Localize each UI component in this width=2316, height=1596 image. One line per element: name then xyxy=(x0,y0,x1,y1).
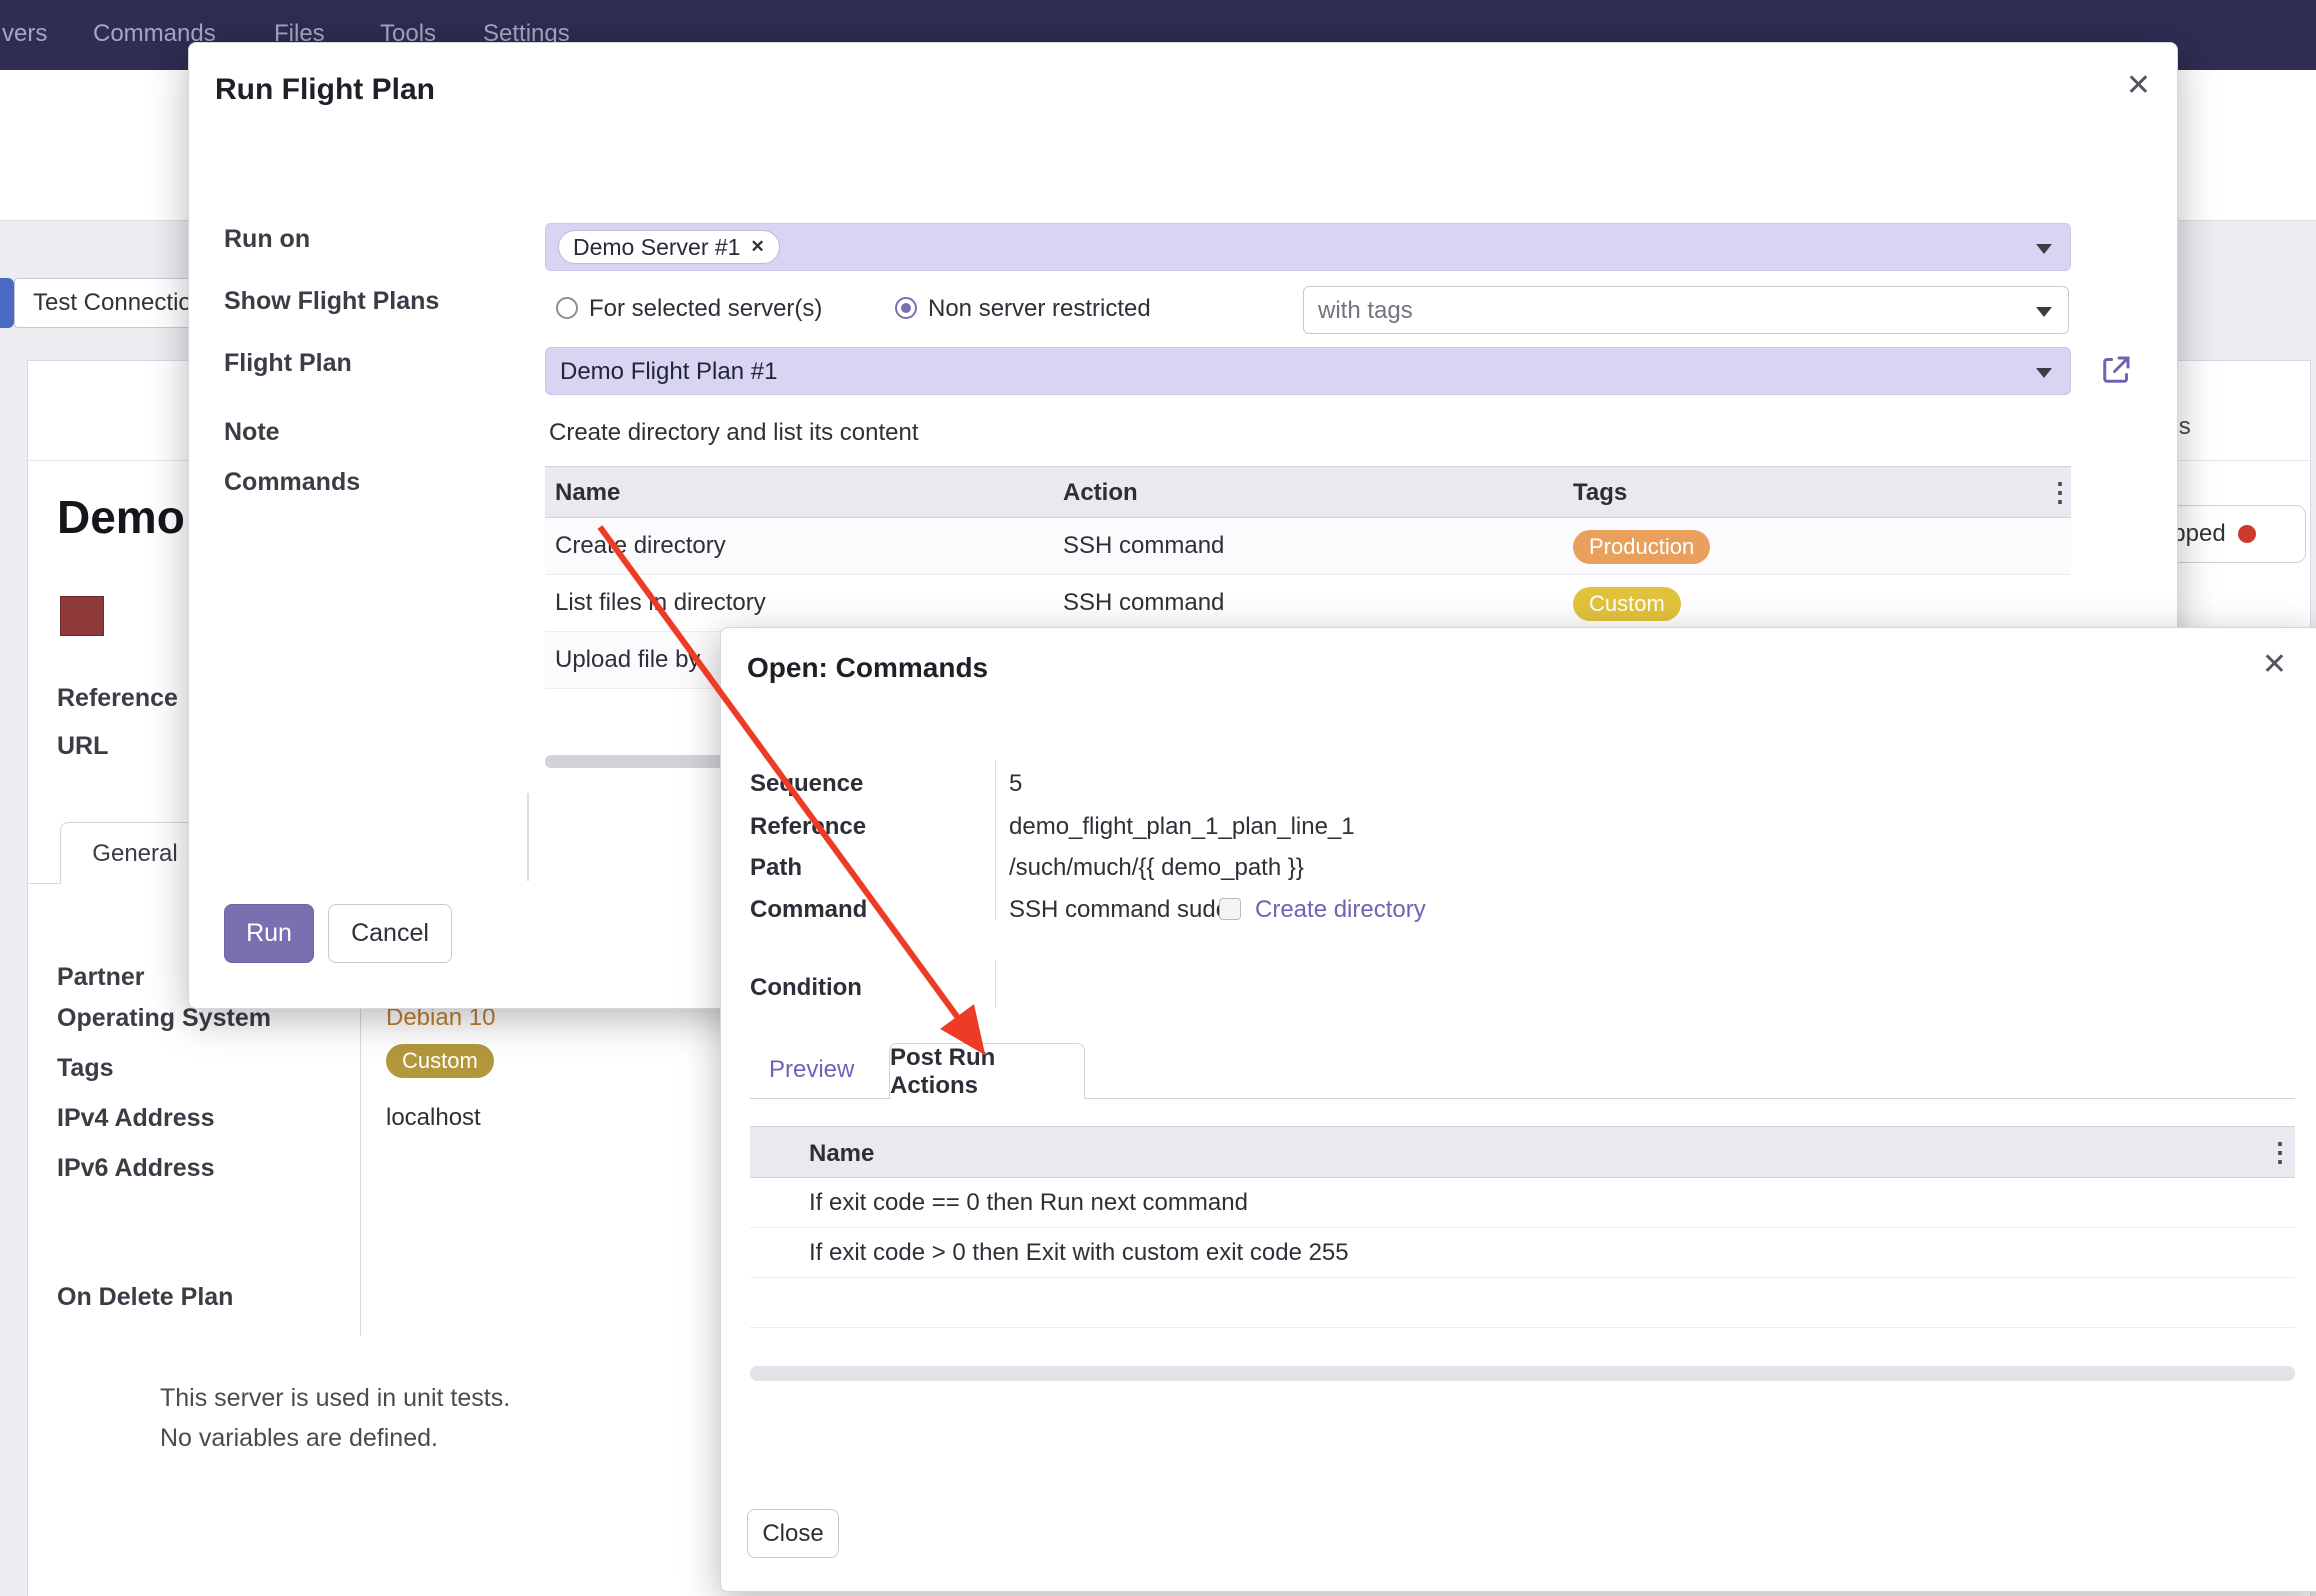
with-tags-select[interactable]: with tags xyxy=(1303,286,2069,334)
field-label-reference: Reference xyxy=(57,684,178,713)
row1-tag-badge: Production xyxy=(1573,530,1710,564)
layout-divider xyxy=(527,793,529,881)
radio-selected-servers[interactable] xyxy=(556,297,578,319)
table-options-kebab-icon[interactable]: ⋮ xyxy=(2047,479,2073,505)
tab-general-label: General xyxy=(92,840,177,868)
field-label-partner: Partner xyxy=(57,963,145,992)
unit-test-note-line2: No variables are defined. xyxy=(160,1424,438,1453)
nav-item-servers[interactable]: vers xyxy=(2,20,47,48)
color-swatch[interactable] xyxy=(60,596,104,636)
sequence-value: 5 xyxy=(1009,770,1022,798)
tab-post-run-actions-label: Post Run Actions xyxy=(890,1044,1084,1100)
test-connection-label: Test Connection xyxy=(33,289,205,317)
actions-table-header xyxy=(750,1126,2295,1178)
radio-non-server-restricted-label[interactable]: Non server restricted xyxy=(928,295,1151,323)
commands-modal-title: Open: Commands xyxy=(747,652,988,684)
command-label: Command xyxy=(750,896,867,924)
col-header-action[interactable]: Action xyxy=(1063,479,1138,507)
row3-name: Upload file by xyxy=(555,646,700,674)
condition-label: Condition xyxy=(750,974,862,1002)
field-label-url: URL xyxy=(57,732,108,761)
tab-preview[interactable]: Preview xyxy=(769,1056,854,1084)
open-commands-modal: Open: Commands ✕ Sequence Reference Path… xyxy=(720,627,2316,1592)
show-flight-plans-label: Show Flight Plans xyxy=(224,287,439,316)
run-modal-title: Run Flight Plan xyxy=(215,73,435,107)
flight-plan-select[interactable]: Demo Flight Plan #1 xyxy=(545,347,2071,395)
run-on-select[interactable]: Demo Server #1 ✕ xyxy=(545,223,2071,271)
action-row2: If exit code > 0 then Exit with custom e… xyxy=(809,1239,1349,1267)
run-modal-close-icon[interactable]: ✕ xyxy=(2126,71,2151,101)
table-row-empty xyxy=(750,1278,2295,1328)
actions-col-header-name[interactable]: Name xyxy=(809,1140,874,1168)
sequence-label: Sequence xyxy=(750,770,863,798)
radio-selected-servers-label[interactable]: For selected server(s) xyxy=(589,295,822,323)
actions-table-kebab-icon[interactable]: ⋮ xyxy=(2267,1139,2293,1165)
unit-test-note-line1: This server is used in unit tests. xyxy=(160,1384,510,1413)
form-column-divider xyxy=(360,958,361,1336)
tags-badge-custom[interactable]: Custom xyxy=(386,1044,494,1078)
close-button[interactable]: Close xyxy=(747,1509,839,1558)
field-label-ipv6: IPv6 Address xyxy=(57,1154,214,1183)
col-header-name[interactable]: Name xyxy=(555,479,620,507)
run-button[interactable]: Run xyxy=(224,904,314,963)
row2-name: List files in directory xyxy=(555,589,766,617)
command-link[interactable]: Create directory xyxy=(1255,896,1426,924)
row1-name: Create directory xyxy=(555,532,726,560)
note-value: Create directory and list its content xyxy=(549,419,919,447)
reference-value: demo_flight_plan_1_plan_line_1 xyxy=(1009,813,1355,841)
external-link-icon[interactable] xyxy=(2098,352,2134,388)
action-row1: If exit code == 0 then Run next command xyxy=(809,1189,1248,1217)
table-row[interactable] xyxy=(545,518,2071,575)
chip-remove-icon[interactable]: ✕ xyxy=(750,237,764,257)
row1-action: SSH command xyxy=(1063,532,1224,560)
chevron-down-icon[interactable] xyxy=(2036,244,2052,254)
screen: vers Commands Files Tools Settings Test … xyxy=(0,0,2316,1596)
table-row[interactable] xyxy=(545,575,2071,632)
reference-label: Reference xyxy=(750,813,866,841)
field-label-on-delete-plan: On Delete Plan xyxy=(57,1283,233,1312)
command-value: SSH command sudo xyxy=(1009,896,1229,924)
with-tags-placeholder: with tags xyxy=(1318,297,1413,325)
status-stopped-dot-icon xyxy=(2238,525,2256,543)
field-divider xyxy=(995,960,996,1008)
server-chip-label: Demo Server #1 xyxy=(573,234,740,261)
radio-non-server-restricted[interactable] xyxy=(895,297,917,319)
note-label: Note xyxy=(224,418,280,447)
row2-action: SSH command xyxy=(1063,589,1224,617)
chevron-down-icon[interactable] xyxy=(2036,368,2052,378)
commands-modal-close-icon[interactable]: ✕ xyxy=(2262,650,2287,680)
cancel-button[interactable]: Cancel xyxy=(328,904,452,963)
tab-post-run-actions[interactable]: Post Run Actions xyxy=(889,1043,1085,1099)
run-on-label: Run on xyxy=(224,225,310,254)
ipv4-value: localhost xyxy=(386,1104,481,1132)
server-chip[interactable]: Demo Server #1 ✕ xyxy=(558,230,780,264)
command-checkbox[interactable] xyxy=(1219,898,1241,920)
field-divider xyxy=(995,760,996,920)
path-value: /such/much/{{ demo_path }} xyxy=(1009,854,1304,882)
commands-table-header xyxy=(545,466,2071,518)
field-label-ipv4: IPv4 Address xyxy=(57,1104,214,1133)
flight-plan-label: Flight Plan xyxy=(224,349,352,378)
chevron-down-icon[interactable] xyxy=(2036,307,2052,317)
left-edge-button[interactable] xyxy=(0,278,14,328)
commands-label: Commands xyxy=(224,468,360,497)
horizontal-scrollbar[interactable] xyxy=(750,1366,2295,1381)
row2-tag-badge: Custom xyxy=(1573,587,1681,621)
flight-plan-value: Demo Flight Plan #1 xyxy=(560,358,777,386)
col-header-tags[interactable]: Tags xyxy=(1573,479,1627,507)
path-label: Path xyxy=(750,854,802,882)
field-label-tags: Tags xyxy=(57,1054,114,1083)
